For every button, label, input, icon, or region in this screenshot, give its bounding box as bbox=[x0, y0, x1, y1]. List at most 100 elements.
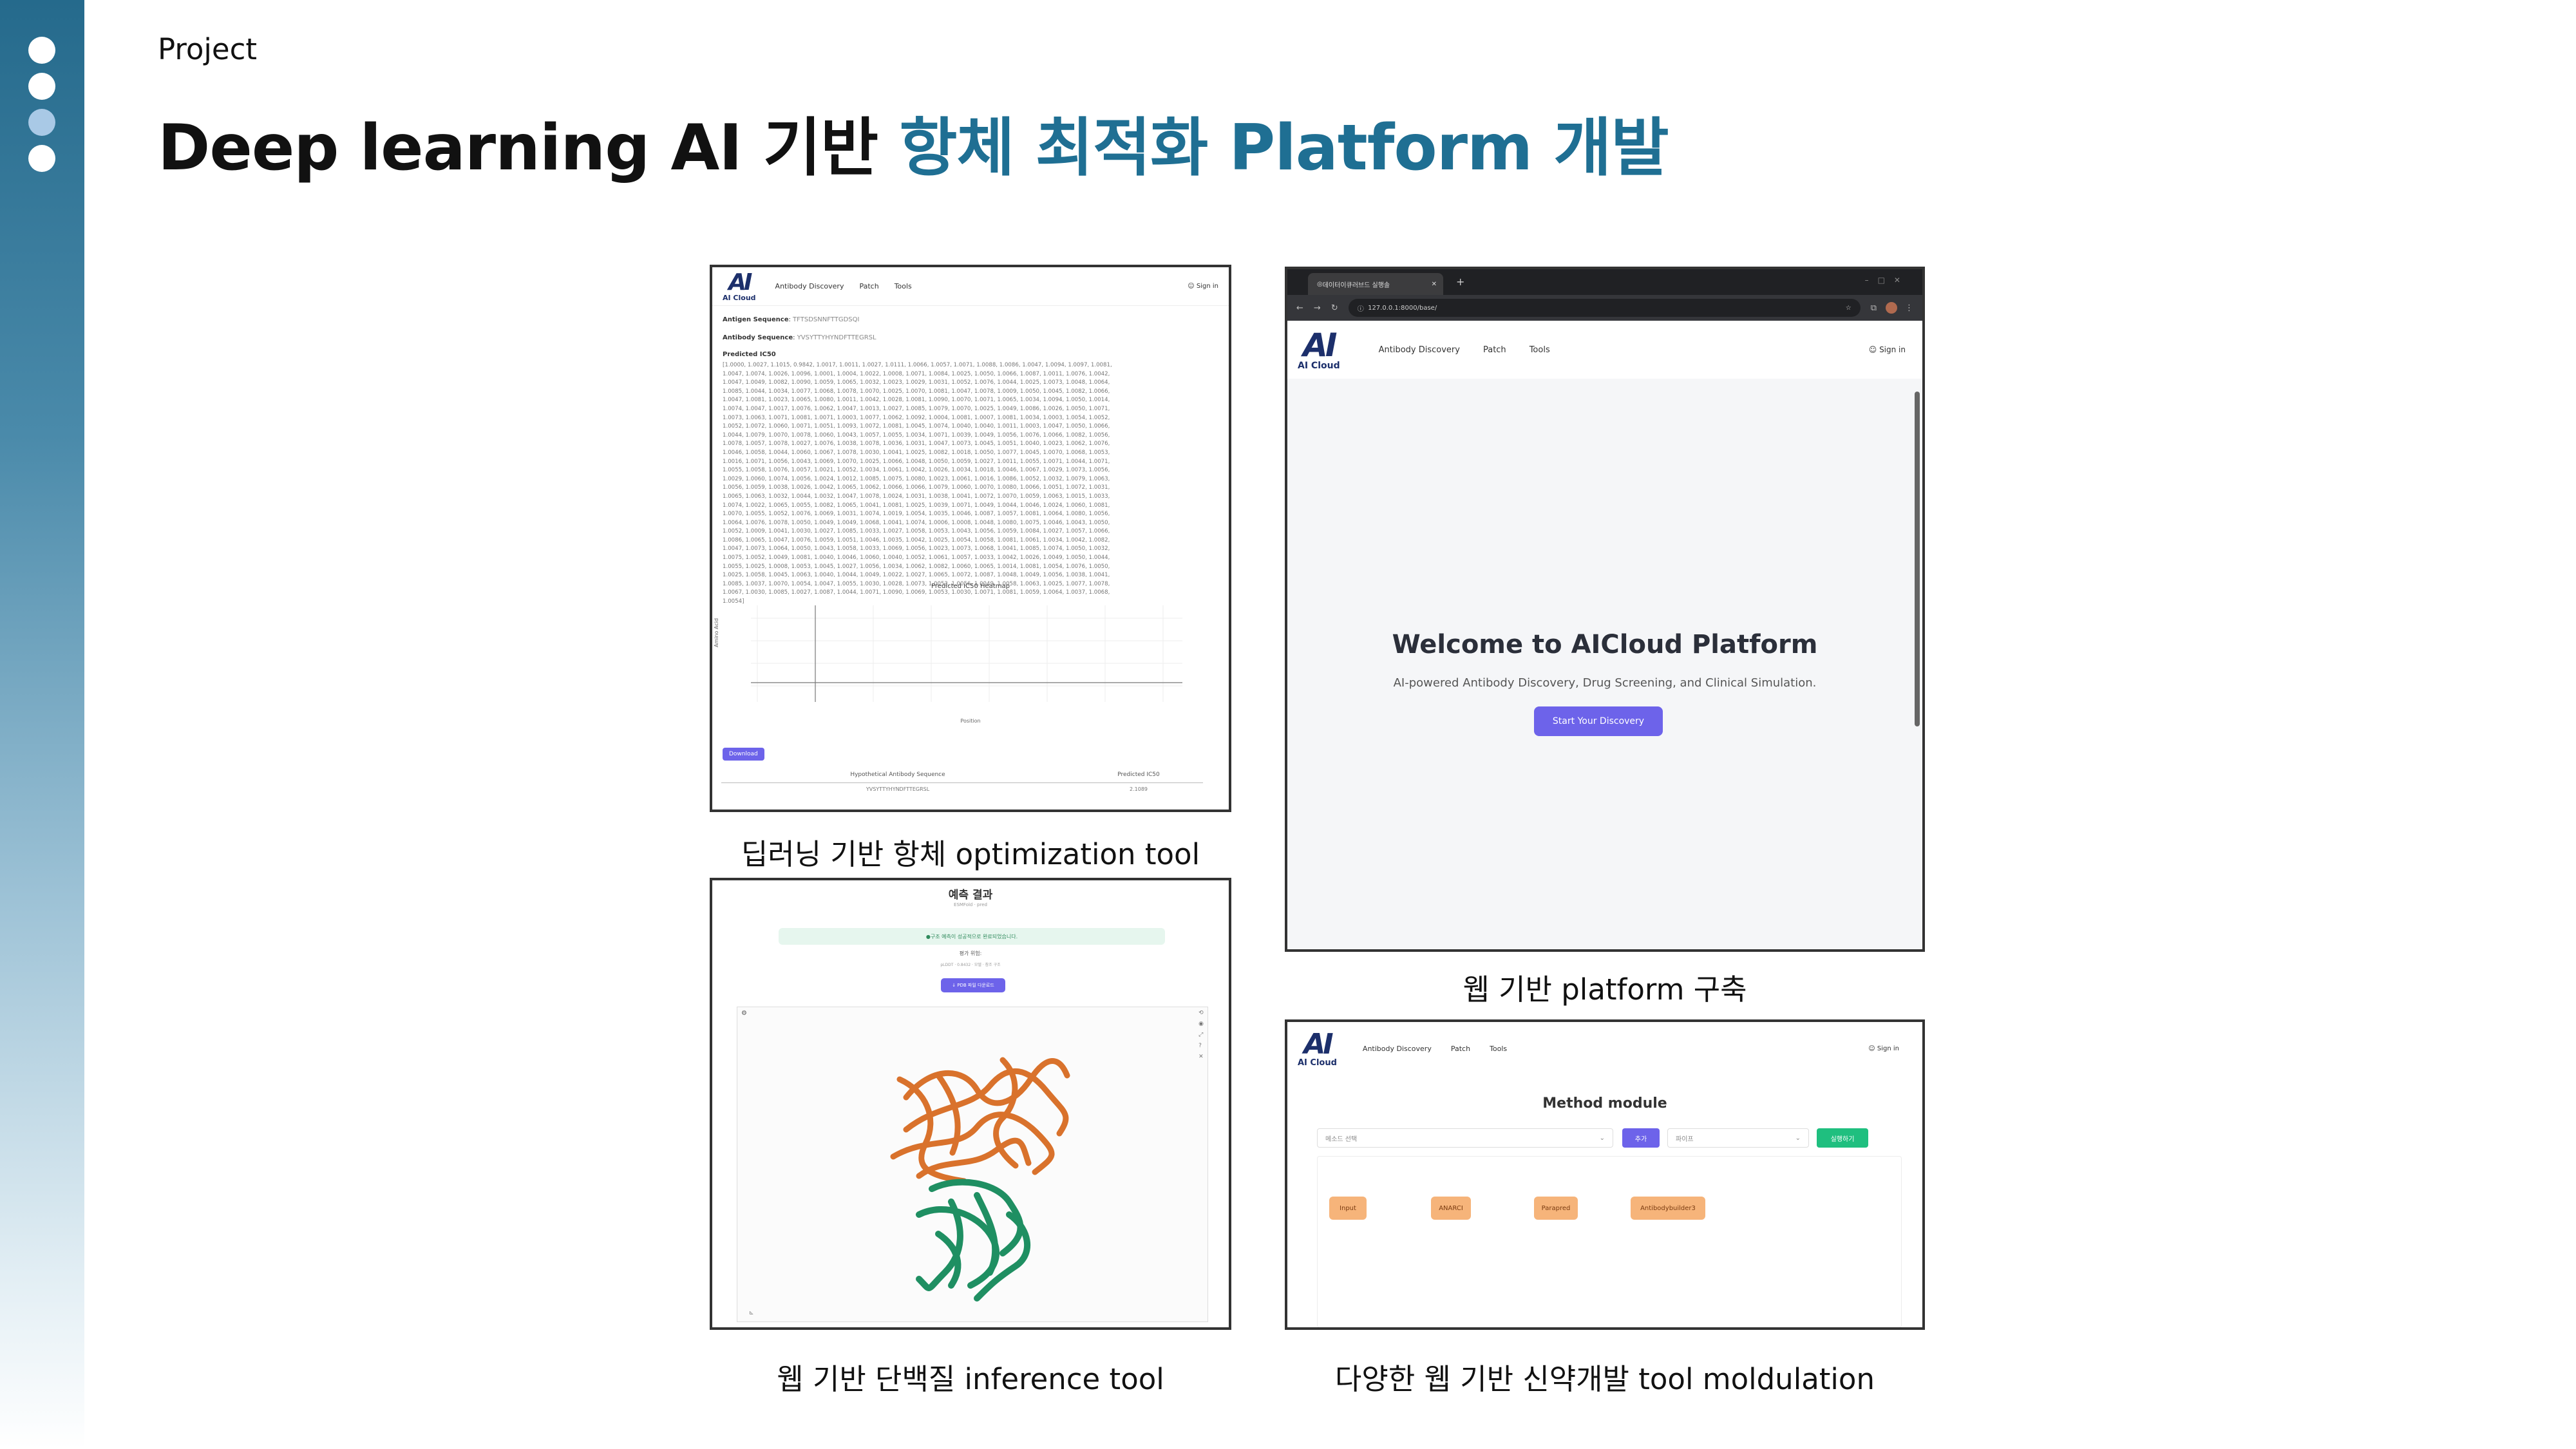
nav-antibody-discovery[interactable]: Antibody Discovery bbox=[1363, 1045, 1432, 1053]
page-title-prefix: Deep learning AI 기반 bbox=[158, 111, 900, 185]
predicted-line: [1.0000, 1.0027, 1.1015, 0.9842, 1.0017,… bbox=[723, 362, 1112, 368]
signin-label: Sign in bbox=[1196, 283, 1218, 290]
nav-patch[interactable]: Patch bbox=[1483, 345, 1506, 355]
tab-close-icon[interactable]: ✕ bbox=[1432, 281, 1437, 288]
section-dot-2[interactable] bbox=[28, 73, 55, 100]
antibody-row: Antibody Sequence: YVSYTTYHYNDFTTEGRSL bbox=[723, 334, 876, 341]
address-bar[interactable]: ⓘ 127.0.0.1:8000/base/ ☆ bbox=[1348, 299, 1861, 317]
col-ic50: Predicted IC50 bbox=[1117, 772, 1160, 778]
predicted-line: 1.0047, 1.0074, 1.0026, 1.0096, 1.0001, … bbox=[723, 370, 1110, 377]
predicted-line: 1.0074, 1.0022, 1.0065, 1.0055, 1.0082, … bbox=[723, 502, 1110, 509]
run-pipeline-button[interactable]: 실행하기 bbox=[1817, 1128, 1868, 1148]
welcome-title: Welcome to AICloud Platform bbox=[1392, 630, 1818, 659]
viewer-help-icon[interactable]: ? bbox=[1198, 1043, 1204, 1049]
add-method-button[interactable]: 추가 bbox=[1622, 1128, 1660, 1148]
antigen-label: Antigen Sequence bbox=[723, 316, 789, 323]
user-icon: ☺ bbox=[1868, 1045, 1877, 1052]
antibody-value: YVSYTTYHYNDFTTEGRSL bbox=[797, 334, 876, 341]
logo-mark: AI bbox=[1303, 327, 1337, 364]
node-input[interactable]: Input bbox=[1329, 1197, 1367, 1220]
method-select-value: 메소드 선택 bbox=[1325, 1135, 1358, 1143]
caption-modulation-tool: 다양한 웹 기반 신약개발 tool moldulation bbox=[1335, 1362, 1875, 1396]
new-tab-button[interactable]: + bbox=[1456, 276, 1464, 288]
page-title: Deep learning AI 기반 항체 최적화 Platform 개발 bbox=[158, 97, 1669, 188]
pipeline-select-value: 파이프 bbox=[1676, 1135, 1694, 1143]
protein-structure bbox=[890, 1057, 1070, 1302]
predicted-values: [1.0000, 1.0027, 1.1015, 0.9842, 1.0017,… bbox=[723, 361, 1218, 607]
welcome-subtitle: AI-powered Antibody Discovery, Drug Scre… bbox=[1393, 676, 1817, 690]
inference-subtitle: ESMFold · pred bbox=[954, 902, 987, 907]
aicloud-logo[interactable]: AI AI Cloud bbox=[1298, 1030, 1337, 1067]
nav-antibody-discovery[interactable]: Antibody Discovery bbox=[1379, 345, 1460, 355]
predicted-line: 1.0047, 1.0081, 1.0023, 1.0065, 1.0080, … bbox=[723, 397, 1110, 404]
viewer-close-icon[interactable]: ✕ bbox=[1198, 1054, 1204, 1060]
signin-link[interactable]: ☺ Sign in bbox=[1188, 283, 1218, 290]
viewer-expand-icon[interactable]: ⤢ bbox=[1198, 1032, 1204, 1038]
aicloud-logo[interactable]: AI AI Cloud bbox=[1298, 329, 1340, 370]
caption-optimization-tool: 딥러닝 기반 항체 optimization tool bbox=[741, 837, 1200, 871]
nav-tools[interactable]: Tools bbox=[895, 282, 912, 290]
optimization-tool-screenshot: AI AI Cloud Antibody Discovery Patch Too… bbox=[710, 265, 1231, 812]
section-dot-4[interactable] bbox=[28, 145, 55, 172]
browser-tab[interactable]: ◎ 데이터이큐러브드 실행솔 ✕ bbox=[1308, 273, 1443, 295]
nav-tools[interactable]: Tools bbox=[1490, 1045, 1507, 1053]
predicted-line: 1.0025, 1.0058, 1.0045, 1.0063, 1.0040, … bbox=[723, 572, 1110, 579]
predicted-line: 1.0052, 1.0072, 1.0060, 1.0071, 1.0051, … bbox=[723, 423, 1110, 430]
chevron-down-icon: ⌄ bbox=[1795, 1134, 1801, 1142]
browser-menu-icon[interactable]: ⋮ bbox=[1905, 303, 1913, 313]
node-antibodybuilder3[interactable]: Antibodybuilder3 bbox=[1631, 1197, 1705, 1220]
section-dot-3-active[interactable] bbox=[28, 109, 55, 136]
success-message: 구조 예측이 성공적으로 완료되었습니다. bbox=[930, 933, 1018, 940]
predicted-line: 1.0044, 1.0079, 1.0070, 1.0078, 1.0060, … bbox=[723, 431, 1110, 439]
evaluation-detail: pLDDT · 0.8432 · 모델 · 참조 구조 bbox=[940, 963, 1001, 967]
method-select[interactable]: 메소드 선택 ⌄ bbox=[1317, 1128, 1613, 1148]
nav-menu: Antibody Discovery Patch Tools bbox=[1379, 345, 1550, 355]
pipeline-select[interactable]: 파이프 ⌄ bbox=[1667, 1128, 1809, 1148]
predicted-line: 1.0074, 1.0047, 1.0017, 1.0076, 1.0062, … bbox=[723, 405, 1110, 412]
window-controls[interactable]: –□✕ bbox=[1865, 276, 1909, 285]
nav-patch[interactable]: Patch bbox=[1451, 1045, 1470, 1053]
address-url: 127.0.0.1:8000/base/ bbox=[1368, 304, 1437, 312]
tab-favicon-icon: ◎ bbox=[1317, 280, 1323, 288]
viewer-reset-icon[interactable]: ⟲ bbox=[1198, 1010, 1204, 1016]
nav-menu: Antibody Discovery Patch Tools bbox=[775, 282, 912, 290]
start-discovery-button[interactable]: Start Your Discovery bbox=[1534, 706, 1663, 736]
signin-link[interactable]: ☺ Sign in bbox=[1868, 1045, 1899, 1052]
node-anarci[interactable]: ANARCI bbox=[1431, 1197, 1471, 1220]
nav-tools[interactable]: Tools bbox=[1530, 345, 1550, 355]
signin-label: Sign in bbox=[1877, 1045, 1899, 1052]
check-icon: ● bbox=[925, 933, 931, 940]
viewer-camera-icon[interactable]: ◉ bbox=[1198, 1021, 1204, 1027]
nav-menu: Antibody Discovery Patch Tools bbox=[1363, 1045, 1507, 1053]
predicted-line: 1.0086, 1.0065, 1.0047, 1.0076, 1.0059, … bbox=[723, 536, 1110, 544]
predicted-line: 1.0055, 1.0058, 1.0076, 1.0057, 1.0021, … bbox=[723, 467, 1110, 474]
predicted-line: 1.0064, 1.0076, 1.0078, 1.0050, 1.0049, … bbox=[723, 519, 1110, 526]
forward-icon[interactable]: → bbox=[1314, 303, 1321, 313]
web-platform-screenshot: ◎ 데이터이큐러브드 실행솔 ✕ + –□✕ ← → ↻ ⓘ 127.0.0.1:… bbox=[1285, 267, 1925, 952]
predicted-line: 1.0078, 1.0057, 1.0078, 1.0027, 1.0076, … bbox=[723, 440, 1110, 448]
back-icon[interactable]: ← bbox=[1296, 303, 1303, 313]
extensions-icon[interactable]: ⧉ bbox=[1871, 303, 1877, 313]
pipeline-canvas[interactable]: Input ANARCI Parapred Antibodybuilder3 bbox=[1317, 1156, 1902, 1327]
section-dot-1[interactable] bbox=[28, 37, 55, 64]
logo-text: AI Cloud bbox=[723, 294, 756, 302]
nav-patch[interactable]: Patch bbox=[859, 282, 878, 290]
app-header: AI AI Cloud Antibody Discovery Patch Too… bbox=[1287, 321, 1922, 379]
predicted-line: 1.0085, 1.0044, 1.0034, 1.0077, 1.0068, … bbox=[723, 388, 1110, 395]
predicted-line: 1.0075, 1.0052, 1.0049, 1.0081, 1.0040, … bbox=[723, 554, 1110, 562]
reload-icon[interactable]: ↻ bbox=[1331, 303, 1338, 313]
node-parapred[interactable]: Parapred bbox=[1534, 1197, 1578, 1220]
download-pdb-button[interactable]: ↓ PDB 파일 다운로드 bbox=[941, 978, 1005, 992]
bookmark-star-icon[interactable]: ☆ bbox=[1846, 305, 1852, 312]
aicloud-logo[interactable]: AI AI Cloud bbox=[723, 271, 756, 302]
viewer-settings-icon[interactable]: ⚙ bbox=[741, 1010, 747, 1017]
signin-link[interactable]: ☺ Sign in bbox=[1869, 345, 1906, 354]
download-button[interactable]: Download bbox=[723, 748, 764, 761]
structure-viewer[interactable]: ⚙ ⟲ ◉ ⤢ ? ✕ ⊾ bbox=[737, 1007, 1208, 1322]
viewer-axes-icon: ⊾ bbox=[749, 1310, 754, 1316]
predicted-label: Predicted IC50 bbox=[723, 351, 776, 358]
logo-text: AI Cloud bbox=[1298, 1057, 1337, 1068]
cell-sequence: YVSYTTYHYNDFTTEGRSL bbox=[866, 786, 930, 792]
profile-avatar[interactable] bbox=[1886, 302, 1897, 314]
nav-antibody-discovery[interactable]: Antibody Discovery bbox=[775, 282, 844, 290]
